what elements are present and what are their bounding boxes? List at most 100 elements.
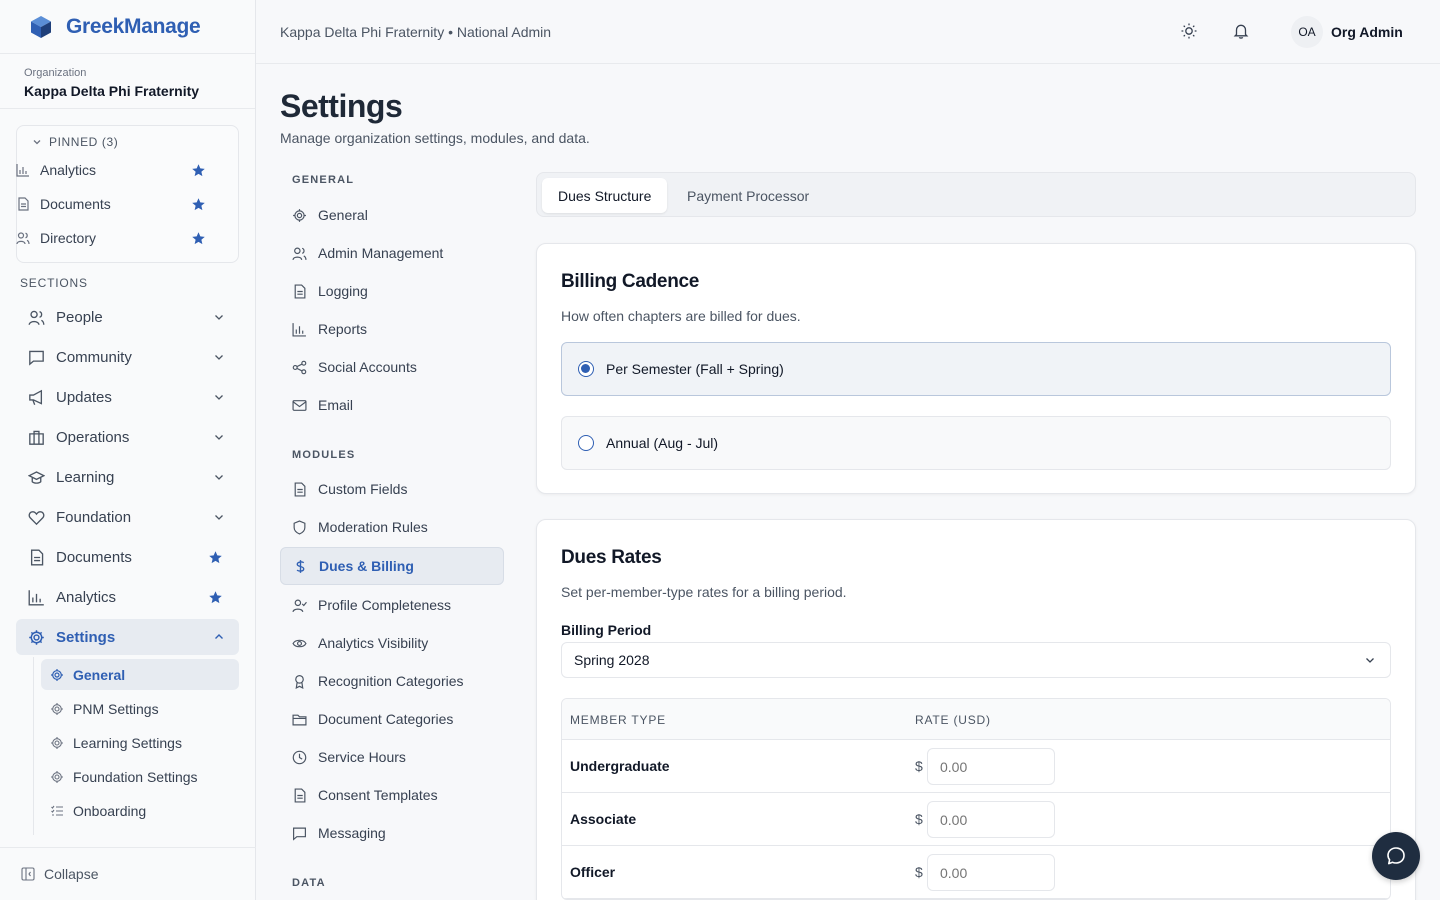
- sun-icon[interactable]: [1180, 22, 1198, 40]
- bar-chart-icon: [16, 164, 29, 177]
- pinned-item-label: Analytics: [40, 162, 97, 178]
- tab-payment-processor[interactable]: Payment Processor: [671, 178, 825, 213]
- settings-nav-dues-billing[interactable]: Dues & Billing: [280, 547, 504, 585]
- brand[interactable]: GreekManage: [0, 0, 255, 54]
- settings-nav-reports[interactable]: Reports: [280, 310, 504, 348]
- table-row: Undergraduate $: [562, 740, 1390, 793]
- sidebar-item-documents[interactable]: Documents: [16, 539, 239, 575]
- chat-button[interactable]: [1372, 832, 1420, 880]
- sidebar-subitem-label: Onboarding: [73, 802, 147, 819]
- sidebar-subitem-general[interactable]: General: [41, 659, 239, 690]
- sidebar-item-foundation[interactable]: Foundation: [16, 499, 239, 535]
- radio-button-selected[interactable]: [578, 361, 594, 377]
- settings-nav-label: Moderation Rules: [318, 519, 428, 535]
- sidebar-item-label: Settings: [56, 628, 116, 646]
- billing-period-select[interactable]: Spring 2028: [561, 642, 1391, 678]
- settings-nav-consent-templates[interactable]: Consent Templates: [280, 776, 504, 814]
- avatar[interactable]: OA: [1291, 16, 1323, 48]
- column-header-rate: RATE (USD): [915, 713, 991, 727]
- pinned-item-documents[interactable]: Documents: [16, 192, 206, 216]
- users-icon: [28, 310, 45, 325]
- sidebar-item-label: Analytics: [56, 588, 117, 606]
- settings-nav-moderation-rules[interactable]: Moderation Rules: [280, 508, 504, 546]
- briefcase-icon: [29, 430, 44, 445]
- settings-nav-analytics-visibility[interactable]: Analytics Visibility: [280, 624, 504, 662]
- table-header: MEMBER TYPE RATE (USD): [562, 699, 1390, 740]
- sidebar-item-operations[interactable]: Operations: [16, 419, 239, 455]
- bell-icon[interactable]: [1232, 22, 1250, 40]
- settings-nav-messaging[interactable]: Messaging: [280, 814, 504, 852]
- sidebar-subitem-learning-settings[interactable]: Learning Settings: [41, 727, 239, 758]
- chat-icon: [29, 350, 44, 366]
- collapse-button[interactable]: Collapse: [0, 847, 256, 900]
- sidebar-subitem-pnm-settings[interactable]: PNM Settings: [41, 693, 239, 724]
- settings-nav-recognition-categories[interactable]: Recognition Categories: [280, 662, 504, 700]
- settings-nav-document-categories[interactable]: Document Categories: [280, 700, 504, 738]
- billing-cadence-card: Billing Cadence How often chapters are b…: [536, 243, 1416, 494]
- sidebar-subitem-foundation-settings[interactable]: Foundation Settings: [41, 761, 239, 792]
- dues-rates-title: Dues Rates: [561, 547, 662, 568]
- rate-input[interactable]: [927, 748, 1055, 785]
- billing-period-value: Spring 2028: [574, 652, 650, 668]
- settings-group-modules-label: MODULES: [292, 449, 356, 461]
- rate-input[interactable]: [927, 801, 1055, 838]
- pinned-item-directory[interactable]: Directory: [16, 226, 206, 250]
- pinned-item-label: Documents: [40, 196, 111, 212]
- billing-cadence-description: How often chapters are billed for dues.: [561, 308, 801, 324]
- tab-dues-structure[interactable]: Dues Structure: [542, 178, 668, 213]
- settings-nav-label: Service Hours: [318, 749, 406, 765]
- star-icon[interactable]: [191, 231, 206, 246]
- collapse-sidebar-icon: [21, 867, 35, 881]
- chat-bubble-icon: [1387, 847, 1405, 865]
- sidebar-item-people[interactable]: People: [16, 299, 239, 335]
- dues-rates-card: Dues Rates Set per-member-type rates for…: [536, 519, 1416, 900]
- star-icon[interactable]: [191, 163, 206, 178]
- sidebar-item-settings[interactable]: Settings: [16, 619, 239, 655]
- radio-option-per-semester[interactable]: Per Semester (Fall + Spring): [561, 342, 1391, 396]
- settings-nav-custom-fields[interactable]: Custom Fields: [280, 470, 504, 508]
- document-icon: [294, 283, 306, 299]
- bar-chart-icon: [28, 589, 44, 605]
- rate-input[interactable]: [927, 854, 1055, 891]
- settings-nav-label: Logging: [318, 283, 368, 299]
- settings-nav-profile-completeness[interactable]: Profile Completeness: [280, 586, 504, 624]
- dues-rates-description: Set per-member-type rates for a billing …: [561, 584, 847, 600]
- star-icon[interactable]: [208, 550, 223, 565]
- sidebar-subitem-label: Foundation Settings: [73, 768, 198, 785]
- gear-icon: [51, 770, 63, 783]
- chat-icon: [293, 827, 306, 841]
- settings-tabs: Dues Structure Payment Processor: [536, 172, 1416, 217]
- award-icon: [295, 674, 304, 689]
- sidebar-subitem-onboarding[interactable]: Onboarding: [41, 795, 239, 826]
- settings-nav-service-hours[interactable]: Service Hours: [280, 738, 504, 776]
- sidebar-item-analytics[interactable]: Analytics: [16, 579, 239, 615]
- settings-nav-admin-management[interactable]: Admin Management: [280, 234, 504, 272]
- pinned-toggle[interactable]: PINNED (3): [17, 126, 238, 149]
- star-icon[interactable]: [191, 197, 206, 212]
- radio-option-annual[interactable]: Annual (Aug - Jul): [561, 416, 1391, 470]
- star-icon[interactable]: [208, 590, 223, 605]
- sidebar-item-learning[interactable]: Learning: [16, 459, 239, 495]
- settings-nav-social-accounts[interactable]: Social Accounts: [280, 348, 504, 386]
- heart-icon: [28, 510, 45, 525]
- settings-nav-label: Messaging: [318, 825, 386, 841]
- user-check-icon: [292, 599, 307, 612]
- brand-name: GreekManage: [66, 14, 201, 38]
- sidebar-item-community[interactable]: Community: [16, 339, 239, 375]
- settings-nav-label: Analytics Visibility: [318, 635, 429, 651]
- radio-button[interactable]: [578, 435, 594, 451]
- settings-nav-general[interactable]: General: [280, 196, 504, 234]
- sidebar-item-updates[interactable]: Updates: [16, 379, 239, 415]
- collapse-label: Collapse: [44, 866, 99, 882]
- pinned-item-analytics[interactable]: Analytics: [16, 158, 206, 182]
- settings-nav-logging[interactable]: Logging: [280, 272, 504, 310]
- chevron-down-icon: [33, 140, 41, 145]
- gear-icon: [293, 208, 306, 222]
- organization-label: Organization: [24, 67, 87, 79]
- settings-nav-label: Recognition Categories: [318, 673, 464, 689]
- submenu-rail: [33, 657, 34, 835]
- chevron-up-icon: [215, 634, 223, 639]
- user-name[interactable]: Org Admin: [1331, 24, 1403, 40]
- settings-nav-email[interactable]: Email: [280, 386, 504, 424]
- gear-icon: [51, 668, 63, 681]
